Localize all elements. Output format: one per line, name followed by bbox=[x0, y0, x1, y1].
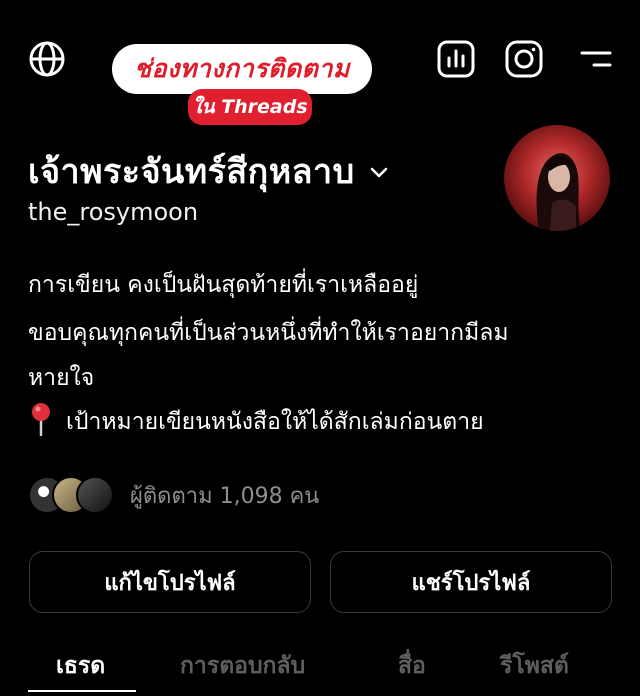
share-profile-button[interactable]: แชร์โปรไฟล์ bbox=[330, 551, 612, 613]
active-tab-indicator bbox=[28, 690, 136, 692]
menu-icon[interactable] bbox=[573, 36, 619, 82]
bio-goal-text: เป้าหมายเขียนหนังสือให้ได้สักเล่มก่อนตาย bbox=[66, 409, 484, 435]
chevron-down-icon[interactable] bbox=[369, 165, 389, 184]
instagram-icon[interactable] bbox=[501, 36, 547, 82]
avatar[interactable] bbox=[504, 125, 610, 231]
tab-reposts[interactable]: รีโพสต์ bbox=[500, 648, 569, 684]
overlay-title-badge: ช่องทางการติดตาม bbox=[112, 44, 372, 94]
bio-line-goal: เป้าหมายเขียนหนังสือให้ได้สักเล่มก่อนตาย bbox=[28, 402, 484, 442]
profile-name: เจ้าพระจันทร์สีกุหลาบ bbox=[28, 152, 355, 192]
globe-icon[interactable] bbox=[24, 36, 70, 82]
bio-line: การเขียน คงเป็นฝันสุดท้ายที่เราเหลืออยู่ bbox=[28, 272, 419, 298]
bio-line: ขอบคุณทุกคนที่เป็นส่วนหนึ่งที่ทำให้เราอย… bbox=[28, 320, 509, 346]
follower-avatar bbox=[76, 476, 114, 514]
tab-media[interactable]: สื่อ bbox=[398, 648, 426, 684]
stats-icon[interactable] bbox=[433, 36, 479, 82]
pin-icon bbox=[28, 402, 54, 442]
followers-row[interactable]: ผู้ติดตาม 1,098 คน bbox=[28, 476, 319, 514]
followers-count: ผู้ติดตาม 1,098 คน bbox=[130, 483, 320, 509]
overlay-subtitle-badge: ใน Threads bbox=[188, 89, 312, 125]
profile-handle: the_rosymoon bbox=[28, 198, 199, 226]
bio-line: หายใจ bbox=[28, 365, 95, 391]
profile-name-row[interactable]: เจ้าพระจันทร์สีกุหลาบ bbox=[28, 144, 389, 198]
edit-profile-button[interactable]: แก้ไขโปรไฟล์ bbox=[29, 551, 311, 613]
tab-replies[interactable]: การตอบกลับ bbox=[180, 648, 305, 684]
tab-threads[interactable]: เธรด bbox=[56, 648, 105, 684]
